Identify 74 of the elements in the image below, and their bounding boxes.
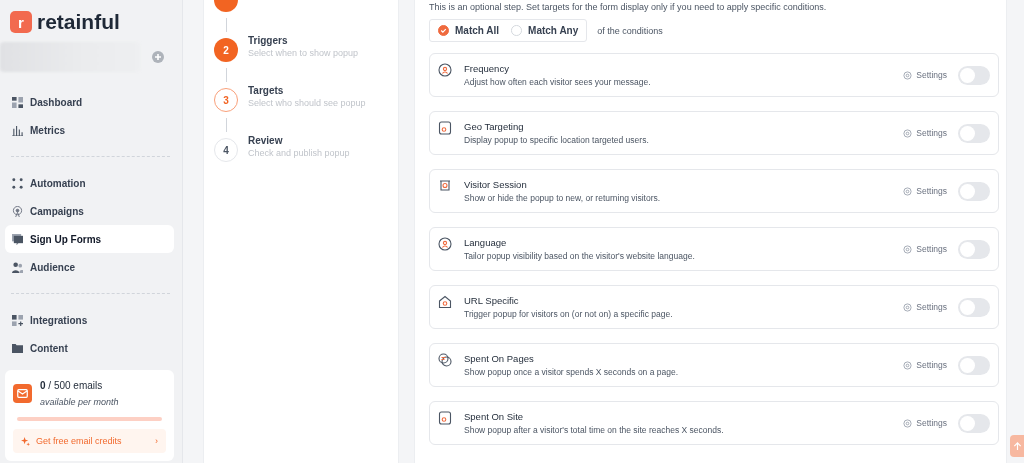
settings-link[interactable]: Settings <box>903 128 947 138</box>
sidebar-item[interactable]: Integrations <box>5 306 174 334</box>
condition-title: Spent On Pages <box>464 353 535 364</box>
settings-link[interactable]: Settings <box>903 244 947 254</box>
settings-icon <box>903 418 913 428</box>
mail-icon <box>13 384 32 403</box>
condition-title: Language <box>464 237 508 248</box>
match-option[interactable]: Match Any <box>511 25 579 36</box>
sparkle-icon <box>21 436 30 446</box>
page-icon <box>438 411 452 425</box>
step-number: 2 <box>214 38 238 62</box>
email-count: 0 / 500 emails <box>40 380 104 391</box>
toggle-switch[interactable] <box>958 355 990 375</box>
step-title: Review <box>248 135 284 146</box>
toggle-switch[interactable] <box>958 239 990 259</box>
scroll-top-button[interactable] <box>1010 435 1024 457</box>
metrics-icon <box>12 124 23 136</box>
toggle-switch[interactable] <box>958 297 990 317</box>
step-description: Check and publish popup <box>248 148 350 158</box>
condition-description: Trigger popup for visitors on (or not on) a specific page. <box>464 309 674 319</box>
settings-link[interactable]: Settings <box>903 302 947 312</box>
logo-icon: r <box>10 11 32 33</box>
content-icon <box>12 342 23 354</box>
condition-description: Show popup after a visitor's total time on the site reaches X seconds. <box>464 425 725 435</box>
toggle-switch[interactable] <box>958 181 990 201</box>
sidebar-item[interactable]: Content <box>5 334 174 362</box>
settings-link[interactable]: Settings <box>903 70 947 80</box>
settings-link[interactable]: Settings <box>903 186 947 196</box>
add-icon[interactable] <box>152 51 164 63</box>
sidebar-item[interactable]: Sign Up Forms <box>5 225 174 253</box>
condition-description: Tailor popup visibility based on the visitor's website language. <box>464 251 696 261</box>
settings-icon <box>903 244 913 254</box>
campaigns-icon <box>12 205 23 217</box>
condition-title: URL Specific <box>464 295 520 306</box>
page-icon <box>438 121 452 135</box>
condition-description: Display popup to specific location targeted users. <box>464 135 650 145</box>
arrow-up-icon <box>1012 441 1022 451</box>
settings-icon <box>903 302 913 312</box>
settings-icon <box>903 128 913 138</box>
step-title: Targets <box>248 85 285 96</box>
automation-icon <box>12 177 23 189</box>
toggle-switch[interactable] <box>958 123 990 143</box>
settings-icon <box>903 360 913 370</box>
step-number: 3 <box>214 88 238 112</box>
condition-title: Geo Targeting <box>464 121 525 132</box>
sidebar-item[interactable]: Audience <box>5 253 174 281</box>
step-number: 4 <box>214 138 238 162</box>
condition-title: Spent On Site <box>464 411 525 422</box>
condition-title: Visitor Session <box>464 179 528 190</box>
sidebar-item[interactable]: Campaigns <box>5 197 174 225</box>
home-icon <box>438 295 452 309</box>
settings-icon <box>903 186 913 196</box>
match-suffix: of the conditions <box>597 25 663 36</box>
chat-icon <box>438 353 452 367</box>
toggle-switch[interactable] <box>958 413 990 433</box>
step-title: Triggers <box>248 35 289 46</box>
sidebar-item[interactable]: Automation <box>5 169 174 197</box>
settings-link[interactable]: Settings <box>903 360 947 370</box>
integrations-icon <box>12 314 23 326</box>
intro-text: This is an optional step. Set targets for the form display only if you need to apply specific conditions. <box>429 2 828 12</box>
dashboard-icon <box>12 96 23 108</box>
settings-icon <box>903 70 913 80</box>
condition-description: Show popup once a visitor spends X seconds on a page. <box>464 367 680 377</box>
period-text: available per month <box>40 397 119 407</box>
match-option[interactable]: Match All <box>438 25 500 36</box>
logo-text: retainful <box>37 10 120 34</box>
condition-description: Adjust how often each visitor sees your message. <box>464 77 652 87</box>
sidebar-item[interactable]: Dashboard <box>5 88 174 116</box>
condition-description: Show or hide the popup to new, or returning visitors. <box>464 193 662 203</box>
toggle-switch[interactable] <box>958 65 990 85</box>
audience-icon <box>12 261 23 273</box>
settings-link[interactable]: Settings <box>903 418 947 428</box>
sidebar-item[interactable]: Metrics <box>5 116 174 144</box>
condition-title: Frequency <box>464 63 510 74</box>
